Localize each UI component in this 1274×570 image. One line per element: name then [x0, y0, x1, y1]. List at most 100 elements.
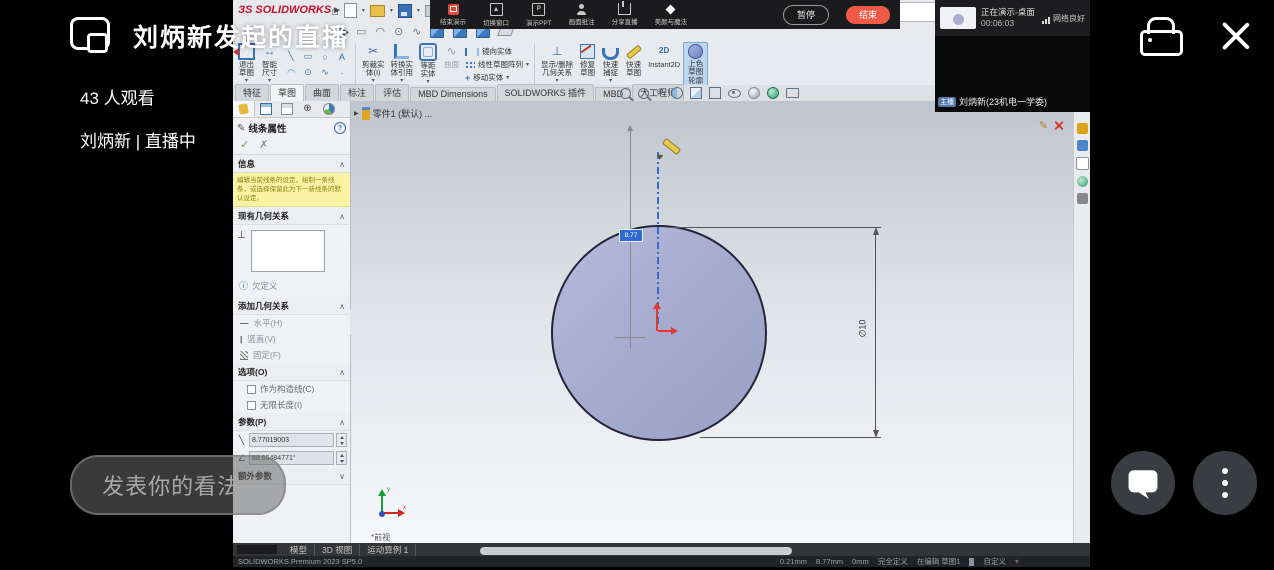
chat-button[interactable] [1111, 451, 1175, 515]
switch-window-button[interactable]: 切换窗口 [483, 3, 509, 27]
home-icon[interactable]: ⌂ [331, 4, 339, 18]
previous-view-icon[interactable]: ↺ [656, 88, 664, 98]
angle-spinner[interactable] [336, 451, 347, 465]
save-icon[interactable] [398, 4, 412, 18]
sketch-circle[interactable] [551, 225, 767, 441]
annotate-button[interactable]: 画面批注 [569, 4, 595, 26]
graphics-viewport[interactable]: ▶ 零件1 (默认) ... 8.77 ∅10 [351, 101, 1074, 543]
more-options-button[interactable] [1193, 451, 1257, 515]
pause-button[interactable]: 暂停 [783, 5, 829, 25]
options-header[interactable]: 选项(O) ∧ [233, 363, 350, 381]
sketch-line-in-progress[interactable] [657, 152, 659, 326]
spline-tool-icon[interactable]: ∿ [412, 25, 421, 38]
zoom-area-icon[interactable] [638, 88, 649, 99]
relation-vertical-button[interactable]: | 竖直(V) [233, 331, 350, 347]
tab-surfaces[interactable]: 曲面 [305, 84, 339, 101]
tree-expand-icon[interactable]: ▶ [354, 110, 359, 117]
tab-mbd-dimensions[interactable]: MBD Dimensions [410, 87, 496, 101]
apply-scene-icon[interactable] [767, 87, 779, 99]
comment-input[interactable]: 发表你的看法~ [70, 455, 286, 515]
mirror-entities-button[interactable]: 镜向实体 [465, 46, 529, 57]
propertymanager-tab[interactable] [233, 101, 255, 117]
open-caret-icon[interactable]: ▾ [390, 7, 393, 14]
cancel-button[interactable]: ✗ [259, 138, 268, 151]
display-manager-tab[interactable] [318, 101, 339, 117]
file-explorer-tab-icon[interactable] [1076, 157, 1089, 170]
view-palette-tab-icon[interactable] [1077, 176, 1088, 187]
circle-tool-icon[interactable]: ⊙ [394, 25, 403, 38]
convert-entities-button[interactable]: 转换实 体引用 ▾ [388, 42, 417, 87]
relation-fix-button[interactable]: 固定(F) [233, 347, 350, 363]
infinite-checkbox[interactable] [247, 401, 256, 410]
view-settings-icon[interactable] [786, 88, 799, 98]
repair-sketch-button[interactable]: 修复 草图 [576, 42, 599, 87]
screen-cast-button[interactable] [70, 17, 110, 53]
tab-solidworks-addins[interactable]: SOLIDWORKS 插件 [497, 84, 595, 101]
section-view-icon[interactable] [671, 87, 683, 99]
help-icon[interactable]: ? [334, 122, 346, 134]
trim-entities-button[interactable]: ✂ 剪裁实 体(I) ▾ [359, 42, 388, 87]
arc-tool-icon[interactable]: ◠ [375, 25, 385, 38]
featuremanager-tab[interactable] [255, 101, 276, 117]
share-live-button[interactable]: 分享直播 [612, 3, 638, 26]
slot-tool-icon[interactable]: ⊙ [300, 65, 316, 80]
tab-evaluate[interactable]: 评估 [375, 84, 409, 101]
save-caret-icon[interactable]: ▾ [417, 7, 420, 14]
edit-appearance-icon[interactable] [748, 87, 760, 99]
open-document-icon[interactable] [370, 5, 385, 17]
zoom-fit-icon[interactable] [620, 88, 631, 99]
customize-menu[interactable]: 自定义 [983, 556, 1006, 567]
infinite-length-option[interactable]: 无限长度(I) [233, 397, 350, 413]
tab-markup[interactable]: 标注 [340, 84, 374, 101]
feature-tree-flyout[interactable]: ▶ 零件1 (默认) ... [354, 107, 432, 120]
resources-tab-icon[interactable] [1077, 123, 1088, 134]
3d-views-tab[interactable]: 3D 视图 [315, 544, 360, 556]
horizontal-scrollbar-thumb[interactable] [480, 547, 792, 555]
relations-listbox[interactable] [251, 230, 325, 272]
display-style-icon[interactable] [709, 87, 721, 99]
present-ppt-button[interactable]: P 演示PPT [526, 3, 552, 27]
add-relations-header[interactable]: 添加几何关系 ∧ [233, 297, 350, 315]
spline-tool-icon[interactable]: ∿ [317, 65, 333, 80]
length-spinner[interactable] [336, 433, 347, 447]
close-button[interactable] [1219, 19, 1252, 52]
parameters-header[interactable]: 参数(P) ∧ [233, 413, 350, 431]
instant2d-button[interactable]: 2D Instant2D [645, 42, 683, 87]
tab-sketch[interactable]: 草图 [270, 84, 304, 101]
hide-show-items-icon[interactable] [728, 89, 741, 98]
rotation-lock-button[interactable] [1140, 17, 1184, 54]
linear-pattern-button[interactable]: 线性草图阵列 ▾ [465, 59, 529, 70]
quick-snaps-button[interactable]: 快速 捕捉 ▾ [599, 42, 622, 87]
construction-line-option[interactable]: 作为构造线(C) [233, 381, 350, 397]
diameter-dimension-line[interactable] [875, 232, 876, 433]
arc-tool-icon[interactable]: ◠ [283, 65, 299, 80]
sketch-tool-icon[interactable]: ▭ [356, 25, 366, 38]
presentation-thumbnail[interactable] [940, 7, 976, 29]
beauty-effects-button[interactable]: 美颜与魔法 [655, 4, 688, 26]
customize-caret-icon[interactable]: ▾ [1015, 557, 1019, 566]
new-document-icon[interactable] [344, 3, 357, 18]
point-tool-icon[interactable]: · [334, 65, 350, 80]
end-presentation-button[interactable]: 结束演示 [440, 4, 466, 26]
relation-horizontal-button[interactable]: — 水平(H) [233, 315, 350, 331]
ok-button[interactable]: ✓ [240, 138, 249, 151]
configurations-tab[interactable] [276, 101, 297, 117]
new-caret-icon[interactable]: ▾ [362, 7, 365, 14]
end-button[interactable]: 结束 [846, 6, 890, 24]
tab-features[interactable]: 特征 [235, 84, 269, 101]
rapid-sketch-button[interactable]: 快速 草图 [622, 42, 645, 87]
display-delete-relations-button[interactable]: ⊥ 显示/删除 几何关系 ▾ [538, 42, 576, 87]
existing-relations-header[interactable]: 现有几何关系 ∧ [233, 207, 350, 225]
diameter-dimension-label[interactable]: ∅10 [857, 320, 868, 338]
length-input[interactable]: 8.77019003 [249, 433, 334, 447]
view-orientation-icon[interactable] [690, 87, 702, 99]
model-tab[interactable]: 模型 [283, 544, 315, 556]
shaded-sketch-contours-button[interactable]: 上色 草图 轮廓 [683, 42, 708, 87]
motion-study-tab[interactable]: 运动算例 1 [360, 544, 416, 556]
construction-checkbox[interactable] [247, 385, 256, 394]
dimxpert-tab[interactable]: ⊕ [297, 101, 318, 117]
appearances-tab-icon[interactable] [1077, 193, 1088, 204]
cancel-sketch-icon[interactable] [1053, 120, 1064, 131]
offset-entities-button[interactable]: 等距 实体 ▾ [416, 42, 440, 87]
info-section-header[interactable]: 信息 ∧ [233, 155, 350, 173]
